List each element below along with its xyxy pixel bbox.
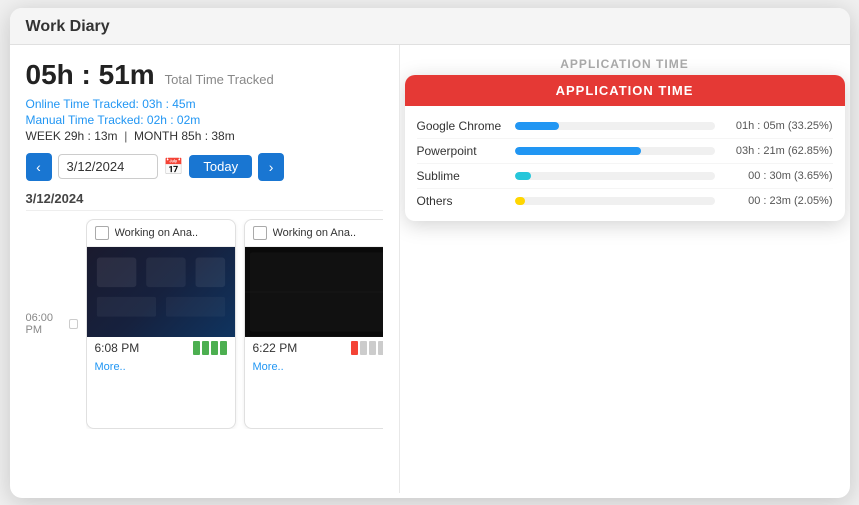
online-label: Online Time Tracked: (26, 97, 139, 111)
online-time: 03h : 45m (142, 97, 195, 111)
app-bar-fill (515, 197, 525, 205)
bar (369, 341, 376, 355)
app-bar-fill (515, 122, 559, 130)
bar (360, 341, 367, 355)
app-row: Others 00 : 23m (2.05%) (417, 189, 833, 213)
app-bar-container (515, 147, 715, 155)
app-row: Powerpoint 03h : 21m (62.85%) (417, 139, 833, 164)
card-time: 6:08 PM (95, 341, 140, 355)
prev-date-button[interactable]: ‹ (26, 153, 52, 181)
calendar-icon[interactable]: 📅 (164, 157, 184, 177)
app-name: Others (417, 194, 507, 208)
today-button[interactable]: Today (189, 155, 252, 178)
total-time: 05h : 51m (26, 59, 155, 91)
card-footer: 6:22 PM (245, 337, 383, 359)
app-bar-container (515, 197, 715, 205)
bar (351, 341, 358, 355)
app-name: Sublime (417, 169, 507, 183)
app-bar-container (515, 172, 715, 180)
week-label: WEEK (26, 129, 61, 143)
app-window: Work Diary 05h : 51m Total Time Tracked … (10, 8, 850, 498)
bar (378, 341, 383, 355)
app-time-val: 00 : 30m (3.65%) (723, 170, 833, 182)
time-axis-label: 06:00 PM (26, 312, 78, 336)
popup-body: Google Chrome 01h : 05m (33.25%) Powerpo… (405, 106, 845, 221)
app-row: Google Chrome 01h : 05m (33.25%) (417, 114, 833, 139)
title-bar: Work Diary (10, 8, 850, 45)
app-time-val: 03h : 21m (62.85%) (723, 145, 833, 157)
card-time: 6:22 PM (253, 341, 298, 355)
card-more-link[interactable]: More.. (245, 359, 383, 377)
card-more-link[interactable]: More.. (87, 359, 235, 377)
card-screenshot (245, 247, 383, 337)
app-time-section-header: APPLICATION TIME (414, 57, 836, 71)
left-panel: 05h : 51m Total Time Tracked Online Time… (10, 45, 400, 493)
date-input[interactable] (58, 154, 158, 179)
app-time-popup: APPLICATION TIME Google Chrome 01h : 05m… (405, 75, 845, 221)
app-bar-container (515, 122, 715, 130)
time-dot (69, 319, 78, 329)
month-time: 85h : 38m (181, 129, 234, 143)
timeline: 06:00 PM Working on Ana.. (26, 219, 383, 429)
date-section-label: 3/12/2024 (26, 191, 383, 211)
month-label: MONTH (134, 129, 178, 143)
date-nav-row: ‹ 📅 Today › (26, 153, 383, 181)
app-name: Powerpoint (417, 144, 507, 158)
activity-bars (351, 341, 383, 355)
activity-bars (193, 341, 227, 355)
bar (202, 341, 209, 355)
online-time-row: Online Time Tracked: 03h : 45m (26, 97, 383, 111)
bar (193, 341, 200, 355)
total-label: Total Time Tracked (165, 72, 274, 87)
time-axis: 06:00 PM (26, 219, 86, 429)
work-card: Working on Ana.. 6:22 PM (244, 219, 383, 429)
app-name: Google Chrome (417, 119, 507, 133)
card-footer: 6:08 PM (87, 337, 235, 359)
popup-header: APPLICATION TIME (405, 75, 845, 106)
card-title: Working on Ana.. (273, 227, 357, 239)
manual-time: 02h : 02m (147, 113, 200, 127)
card-header: Working on Ana.. (245, 220, 383, 247)
app-bar-fill (515, 172, 531, 180)
time-header: 05h : 51m Total Time Tracked (26, 59, 383, 91)
right-panel: APPLICATION TIME APPLICATION TIME (400, 45, 850, 493)
app-time-val: 00 : 23m (2.05%) (723, 195, 833, 207)
app-time-val: 01h : 05m (33.25%) (723, 120, 833, 132)
app-bar-fill (515, 147, 641, 155)
card-checkbox[interactable] (253, 226, 267, 240)
cards-row: Working on Ana.. 6: (86, 219, 383, 429)
week-time: 29h : 13m (64, 129, 117, 143)
main-content: 05h : 51m Total Time Tracked Online Time… (10, 45, 850, 493)
card-screenshot (87, 247, 235, 337)
window-title: Work Diary (26, 18, 834, 36)
app-row: Sublime 00 : 30m (3.65%) (417, 164, 833, 189)
bar (220, 341, 227, 355)
card-header: Working on Ana.. (87, 220, 235, 247)
card-title: Working on Ana.. (115, 227, 199, 239)
week-month-row: WEEK 29h : 13m | MONTH 85h : 38m (26, 129, 383, 143)
card-checkbox[interactable] (95, 226, 109, 240)
manual-time-row: Manual Time Tracked: 02h : 02m (26, 113, 383, 127)
next-date-button[interactable]: › (258, 153, 284, 181)
bar (211, 341, 218, 355)
work-card: Working on Ana.. 6: (86, 219, 236, 429)
manual-label: Manual Time Tracked: (26, 113, 144, 127)
